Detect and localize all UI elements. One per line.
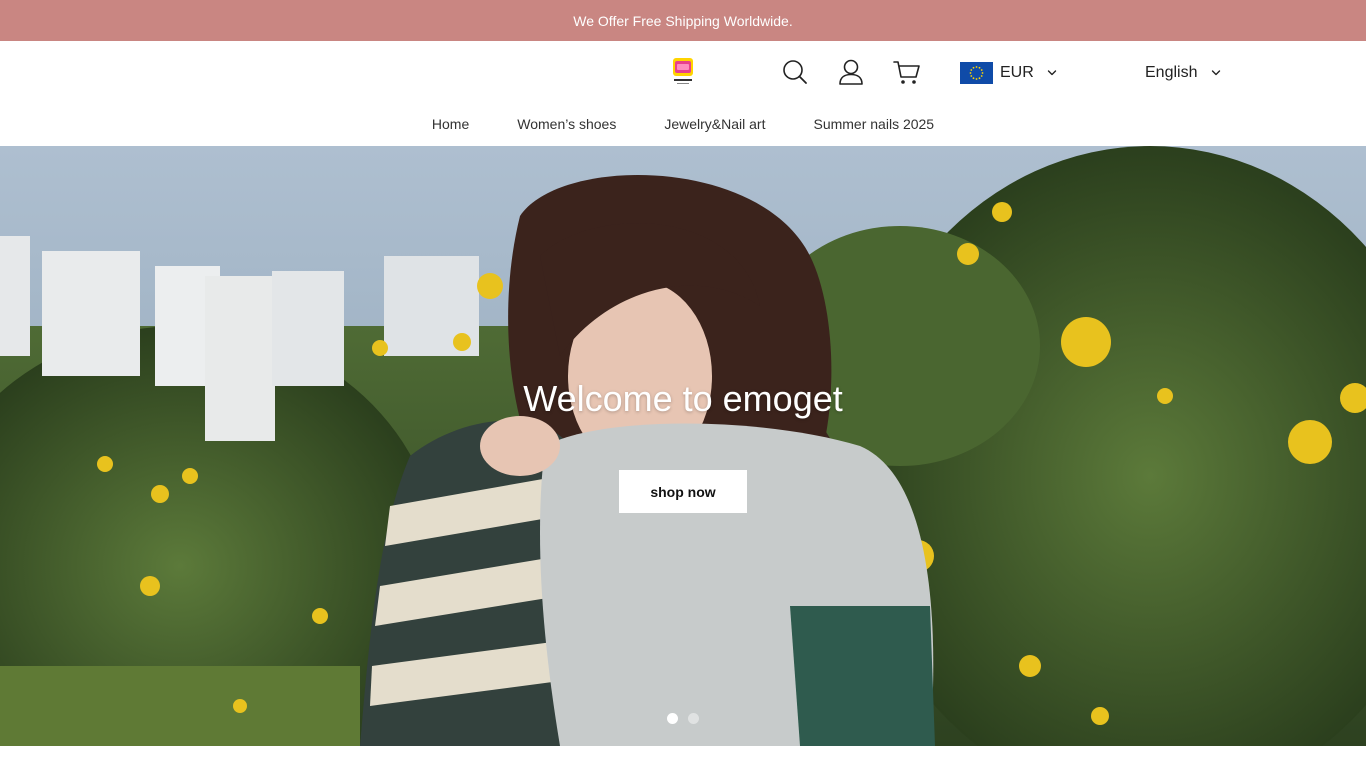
- nav-item-summer-nails-2025[interactable]: Summer nails 2025: [813, 116, 934, 136]
- eu-flag-icon: [960, 62, 993, 84]
- user-icon[interactable]: [837, 58, 865, 86]
- hero-banner[interactable]: Welcome to emoget shop now: [0, 146, 1366, 746]
- chevron-down-icon: [1212, 70, 1221, 76]
- cart-icon[interactable]: [893, 58, 921, 86]
- main-nav: Home Women’s shoes Jewelry&Nail art Summ…: [0, 116, 1366, 136]
- chevron-down-icon: [1047, 70, 1056, 76]
- language-selector[interactable]: English: [1145, 61, 1221, 85]
- hero-title: Welcome to emoget: [523, 378, 843, 419]
- slider-dot-1[interactable]: [667, 713, 678, 724]
- shop-now-button[interactable]: shop now: [619, 470, 747, 513]
- currency-label: EUR: [1000, 64, 1034, 81]
- announcement-text: We Offer Free Shipping Worldwide.: [573, 12, 793, 29]
- site-header: EUR English Home Women’s shoes Jewelry&N…: [0, 41, 1366, 146]
- nav-item-womens-shoes[interactable]: Women’s shoes: [517, 116, 616, 136]
- currency-selector[interactable]: EUR: [960, 61, 1057, 85]
- slider-dot-2[interactable]: [688, 713, 699, 724]
- announcement-bar: We Offer Free Shipping Worldwide.: [0, 0, 1366, 41]
- nav-item-jewelry-nail-art[interactable]: Jewelry&Nail art: [664, 116, 765, 136]
- nav-item-home[interactable]: Home: [432, 116, 469, 136]
- emoget-logo-icon[interactable]: [672, 57, 694, 89]
- language-label: English: [1145, 64, 1198, 81]
- hero-image: [0, 146, 1366, 746]
- search-icon[interactable]: [781, 58, 809, 86]
- slider-dots: [667, 713, 699, 724]
